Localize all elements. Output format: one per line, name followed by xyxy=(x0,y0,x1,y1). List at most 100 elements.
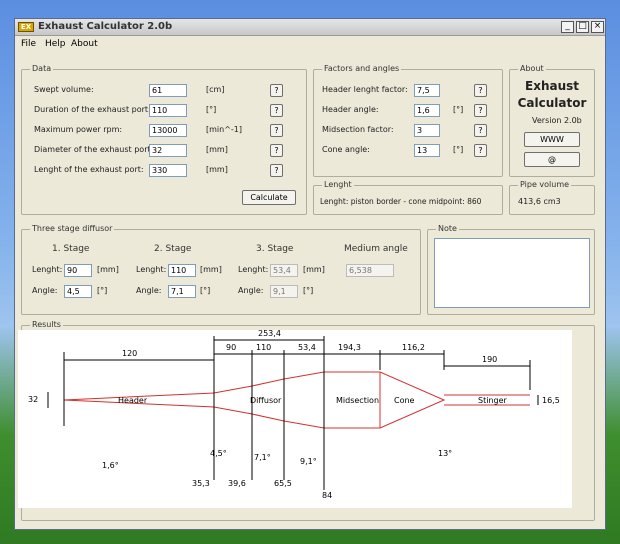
port-length-help-button[interactable]: ? xyxy=(270,164,283,177)
dim-cone-length-value: 116,2 xyxy=(402,343,425,352)
about-legend: About xyxy=(518,64,546,73)
header-angle-help-button[interactable]: ? xyxy=(474,104,487,117)
swept-volume-input[interactable]: 61 xyxy=(149,84,187,97)
midsection-factor-label: Midsection factor: xyxy=(322,125,394,134)
exhaust-duration-help-button[interactable]: ? xyxy=(270,104,283,117)
close-button[interactable]: × xyxy=(591,21,604,33)
cone-angle-unit: [°] xyxy=(453,145,464,154)
swept-volume-label: Swept volume: xyxy=(34,85,94,94)
max-rpm-input[interactable]: 13000 xyxy=(149,124,187,137)
about-app-name-line1: Exhaust xyxy=(525,79,579,93)
stage2-length-unit: [mm] xyxy=(200,265,222,274)
menu-about[interactable]: About xyxy=(71,39,98,49)
midsection-factor-help-button[interactable]: ? xyxy=(474,124,487,137)
email-button[interactable]: @ xyxy=(524,152,580,167)
lenght-group: Lenght Lenght: piston border - cone midp… xyxy=(313,180,503,215)
cone-angle-callout: 13° xyxy=(438,449,452,458)
swept-volume-help-button[interactable]: ? xyxy=(270,84,283,97)
data-legend: Data xyxy=(30,64,54,73)
about-app-name-line2: Calculator xyxy=(517,96,587,110)
header-length-factor-input[interactable]: 7,5 xyxy=(414,84,440,97)
maximize-button[interactable]: □ xyxy=(576,21,589,33)
section-midsection-label: Midsection xyxy=(336,396,379,405)
factors-group: Factors and angles Header lenght factor:… xyxy=(313,64,503,177)
swept-volume-unit: [cm] xyxy=(206,85,225,94)
header-angle-callout: 1,6° xyxy=(102,461,119,470)
menu-file[interactable]: File xyxy=(21,39,36,49)
stage3-length-input[interactable]: 53,4 xyxy=(270,264,298,277)
results-drawing-panel: 120 90 253,4 110 53,4 194,3 116,2 190 32… xyxy=(18,329,572,508)
section-diffusor-label: Diffusor xyxy=(250,396,282,405)
stage3-angle-unit: [°] xyxy=(303,286,314,295)
section-header-label: Header xyxy=(118,396,148,405)
diffusor-legend: Three stage diffusor xyxy=(30,224,115,233)
stinger-diameter-value: 16,5 xyxy=(542,396,560,405)
stage3-title: 3. Stage xyxy=(256,244,294,254)
cone-angle-input[interactable]: 13 xyxy=(414,144,440,157)
results-legend: Results xyxy=(30,320,63,329)
title-bar[interactable]: EX Exhaust Calculator 2.0b _ □ × xyxy=(15,19,605,36)
stage1-length-label: Lenght: xyxy=(32,265,63,274)
stage2-angle-input[interactable]: 7,1 xyxy=(168,285,196,298)
port-length-unit: [mm] xyxy=(206,165,228,174)
exhaust-duration-label: Duration of the exhaust port: xyxy=(34,105,151,114)
stage2-length-input[interactable]: 110 xyxy=(168,264,196,277)
stage3-length-unit: [mm] xyxy=(303,265,325,274)
stage3-angle-callout: 9,1° xyxy=(300,457,317,466)
stage3-length-label: Lenght: xyxy=(238,265,269,274)
stage1-angle-input[interactable]: 4,5 xyxy=(64,285,92,298)
port-length-label: Lenght of the exhaust port: xyxy=(34,165,144,174)
section-cone-label: Cone xyxy=(394,396,415,405)
section-stinger-label: Stinger xyxy=(478,396,508,405)
medium-angle-input[interactable]: 6,538 xyxy=(346,264,394,277)
dim-stage1-length-value: 90 xyxy=(226,343,236,352)
exhaust-pipe-drawing: 120 90 253,4 110 53,4 194,3 116,2 190 32… xyxy=(28,329,560,500)
menu-help[interactable]: Help xyxy=(45,39,66,49)
data-group: Data Swept volume: 61 [cm] ? Duration of… xyxy=(21,64,307,215)
inlet-diameter-value: 32 xyxy=(28,395,38,404)
note-group: Note xyxy=(427,224,595,315)
stage2-length-label: Lenght: xyxy=(136,265,167,274)
port-diameter-input[interactable]: 32 xyxy=(149,144,187,157)
max-rpm-label: Maximum power rpm: xyxy=(34,125,123,134)
stage1-angle-callout: 4,5° xyxy=(210,449,227,458)
midsection-factor-input[interactable]: 3 xyxy=(414,124,440,137)
calculate-button[interactable]: Calculate xyxy=(242,190,296,205)
dim-midsection-length-value: 194,3 xyxy=(338,343,361,352)
factors-legend: Factors and angles xyxy=(322,64,402,73)
stage1-angle-unit: [°] xyxy=(97,286,108,295)
note-legend: Note xyxy=(436,224,459,233)
port-diameter-unit: [mm] xyxy=(206,145,228,154)
port-length-input[interactable]: 330 xyxy=(149,164,187,177)
exhaust-duration-input[interactable]: 110 xyxy=(149,104,187,117)
header-length-factor-label: Header lenght factor: xyxy=(322,85,408,94)
minimize-button[interactable]: _ xyxy=(561,21,574,33)
stage1-diameter-value: 35,3 xyxy=(192,479,210,488)
cone-angle-help-button[interactable]: ? xyxy=(474,144,487,157)
stage2-angle-label: Angle: xyxy=(136,286,162,295)
stage1-length-unit: [mm] xyxy=(97,265,119,274)
pipe-volume-group: Pipe volume 413,6 cm3 xyxy=(509,180,595,215)
stage1-title: 1. Stage xyxy=(52,244,90,254)
pipe-volume-readout: 413,6 cm3 xyxy=(518,197,561,206)
header-angle-input[interactable]: 1,6 xyxy=(414,104,440,117)
pipe-volume-legend: Pipe volume xyxy=(518,180,572,189)
stage1-angle-label: Angle: xyxy=(32,286,58,295)
stage1-length-input[interactable]: 90 xyxy=(64,264,92,277)
dim-diffusor-length-value: 253,4 xyxy=(258,330,281,338)
stage3-angle-input[interactable]: 9,1 xyxy=(270,285,298,298)
port-diameter-help-button[interactable]: ? xyxy=(270,144,283,157)
dim-stage3-length-value: 53,4 xyxy=(298,343,316,352)
stage2-angle-unit: [°] xyxy=(200,286,211,295)
max-rpm-help-button[interactable]: ? xyxy=(270,124,283,137)
midsection-diameter-value: 84 xyxy=(322,491,332,500)
window-title: Exhaust Calculator 2.0b xyxy=(38,21,173,32)
about-group: About Exhaust Calculator Version 2.0b WW… xyxy=(509,64,595,177)
stage2-angle-callout: 7,1° xyxy=(254,453,271,462)
header-length-factor-help-button[interactable]: ? xyxy=(474,84,487,97)
note-textarea[interactable] xyxy=(434,238,590,308)
stage2-title: 2. Stage xyxy=(154,244,192,254)
header-angle-unit: [°] xyxy=(453,105,464,114)
www-button[interactable]: WWW xyxy=(524,132,580,147)
max-rpm-unit: [min^-1] xyxy=(206,125,243,134)
